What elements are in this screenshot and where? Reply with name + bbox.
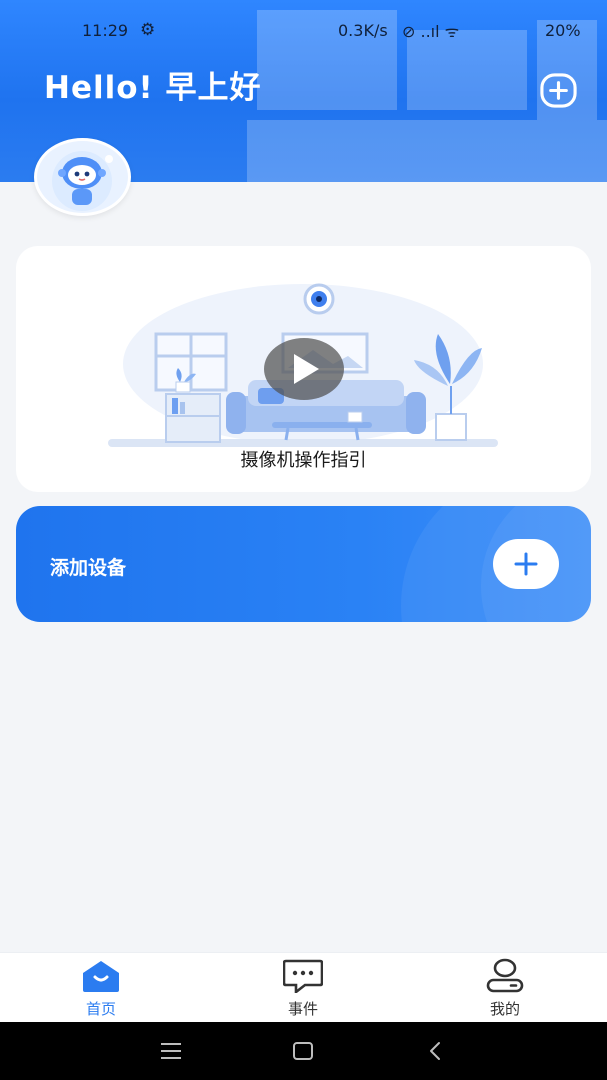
play-video-icon[interactable] (263, 337, 345, 401)
tab-mine[interactable]: 我的 (445, 953, 565, 1023)
user-icon (486, 958, 524, 993)
bottom-tab-bar: 首页 事件 我的 (0, 952, 607, 1022)
system-nav-bar (0, 1022, 607, 1080)
tab-events-label: 事件 (287, 1000, 318, 1018)
menu-icon[interactable] (158, 1039, 184, 1063)
chat-icon (283, 959, 323, 993)
greeting-title: Hello! 早上好 (44, 70, 262, 106)
add-device-button[interactable] (493, 539, 559, 589)
network-speed: 0.3K/s (338, 21, 388, 40)
plus-icon (514, 552, 538, 576)
tab-mine-label: 我的 (489, 1000, 520, 1018)
back-icon[interactable] (422, 1039, 448, 1063)
add-device-label: 添加设备 (50, 557, 127, 579)
robot-mascot-icon (52, 151, 113, 211)
tab-home[interactable]: 首页 (41, 953, 161, 1023)
signal-icons: ⊘ ..ıl ᯤ (402, 22, 460, 41)
add-plus-icon[interactable] (539, 71, 578, 110)
status-bar: 11:29 ⚙ 0.3K/s ⊘ ..ıl ᯤ 20% (0, 18, 607, 46)
home-icon (83, 961, 119, 992)
add-device-card[interactable]: 添加设备 (16, 506, 591, 622)
guide-label: 摄像机操作指引 (240, 450, 367, 471)
tab-events[interactable]: 事件 (243, 953, 363, 1023)
status-time: 11:29 (82, 21, 129, 40)
battery-level: 20% (545, 21, 581, 40)
camera-guide-card[interactable]: 摄像机操作指引 (16, 246, 591, 492)
settings-status-icon: ⚙ (140, 20, 156, 40)
avatar[interactable] (34, 138, 131, 216)
home-square-icon[interactable] (290, 1039, 316, 1063)
tab-home-label: 首页 (85, 1000, 116, 1018)
